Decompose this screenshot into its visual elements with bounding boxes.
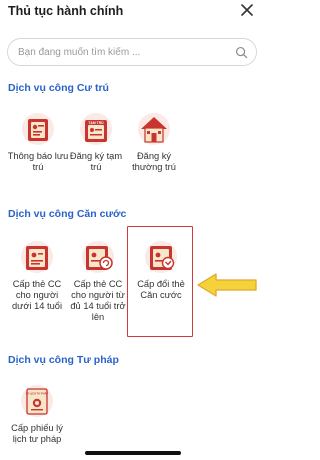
permanent-residence-icon <box>138 113 170 145</box>
service-label: Cấp phiếu lý lịch tư pháp <box>11 423 63 444</box>
service-label: Thông báo lưu trú <box>7 151 69 172</box>
header: Thủ tục hành chính <box>0 0 265 30</box>
judicial-record-icon: LÝ LỊCH TƯ PHÁP <box>21 385 53 417</box>
search-input[interactable] <box>18 44 218 60</box>
highlight-box <box>127 226 193 337</box>
residence-notice-icon <box>22 113 54 145</box>
arrow-left-icon <box>197 273 257 297</box>
temporary-badge-text: TẠM TRÚ <box>88 120 104 125</box>
service-id-card-under14[interactable]: Cấp thẻ CC cho người dưới 14 tuổi <box>5 240 69 312</box>
section-title-justice: Dịch vụ công Tư pháp <box>8 354 119 366</box>
search-bar <box>7 38 257 66</box>
service-label: Cấp thẻ CC cho người từ đủ 14 tuổi trở l… <box>70 279 126 322</box>
service-judicial-record[interactable]: LÝ LỊCH TƯ PHÁP Cấp phiếu lý lịch tư phá… <box>5 384 69 445</box>
service-temporary-residence[interactable]: TẠM TRÚ Đăng ký tạm trú <box>64 112 128 173</box>
service-label: Đăng ký thường trú <box>132 151 176 172</box>
temporary-residence-icon: TẠM TRÚ <box>80 113 112 145</box>
section-title-identity: Dịch vụ công Căn cước <box>8 208 127 220</box>
service-id-card-over14[interactable]: Cấp thẻ CC cho người từ đủ 14 tuổi trở l… <box>66 240 130 323</box>
home-indicator[interactable] <box>85 451 181 455</box>
id-card-over14-icon <box>82 241 114 273</box>
id-card-under14-icon <box>21 241 53 273</box>
search-icon[interactable] <box>235 46 248 59</box>
section-title-residence: Dịch vụ công Cư trú <box>8 82 109 94</box>
service-permanent-residence[interactable]: Đăng ký thường trú <box>122 112 186 173</box>
service-label: Cấp thẻ CC cho người dưới 14 tuổi <box>11 279 63 311</box>
close-icon[interactable] <box>239 2 255 18</box>
page-title: Thủ tục hành chính <box>8 4 124 18</box>
service-residence-notice[interactable]: Thông báo lưu trú <box>6 112 70 173</box>
service-label: Đăng ký tạm trú <box>69 151 123 172</box>
